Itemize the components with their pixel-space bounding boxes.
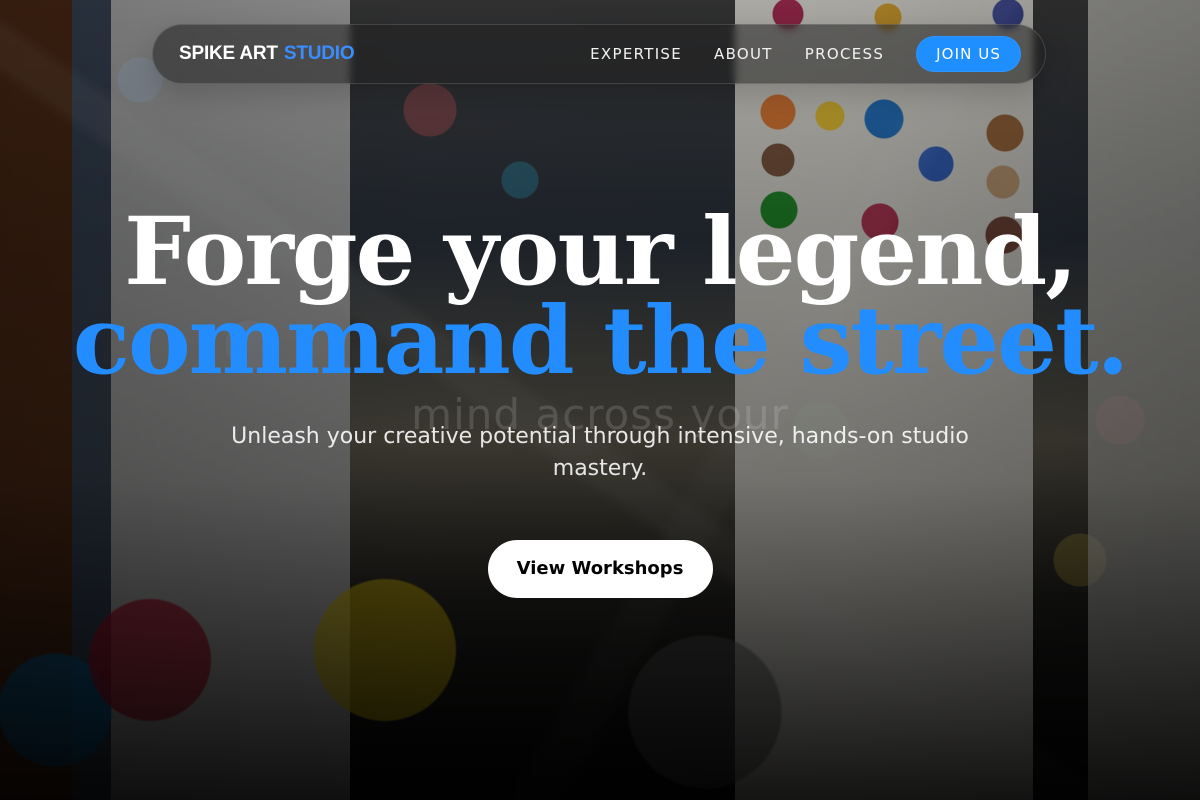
join-us-button[interactable]: JOIN US [916,36,1021,72]
logo-primary-text: SPIKE ART [179,43,278,64]
hero-subtitle: Unleash your creative potential through … [231,423,969,481]
brand-logo[interactable]: SPIKE ART STUDIO [179,43,355,65]
logo-accent-text: STUDIO [283,43,355,64]
view-workshops-button[interactable]: View Workshops [487,539,713,598]
hero-headline-line-1: Forge your legend, [124,197,1078,307]
hero-headline-line-2: command the street. [72,286,1129,397]
nav-link-process[interactable]: PROCESS [805,45,884,63]
nav-link-expertise[interactable]: EXPERTISE [590,45,682,63]
nav-link-about[interactable]: ABOUT [714,45,773,63]
hero-section: Forge your legend, command the street. U… [0,197,1200,598]
top-navigation: SPIKE ART STUDIO EXPERTISE ABOUT PROCESS… [152,24,1046,84]
landing-page: SPIKE ART STUDIO EXPERTISE ABOUT PROCESS… [0,0,1200,800]
nav-menu: EXPERTISE ABOUT PROCESS JOIN US [590,36,1021,72]
